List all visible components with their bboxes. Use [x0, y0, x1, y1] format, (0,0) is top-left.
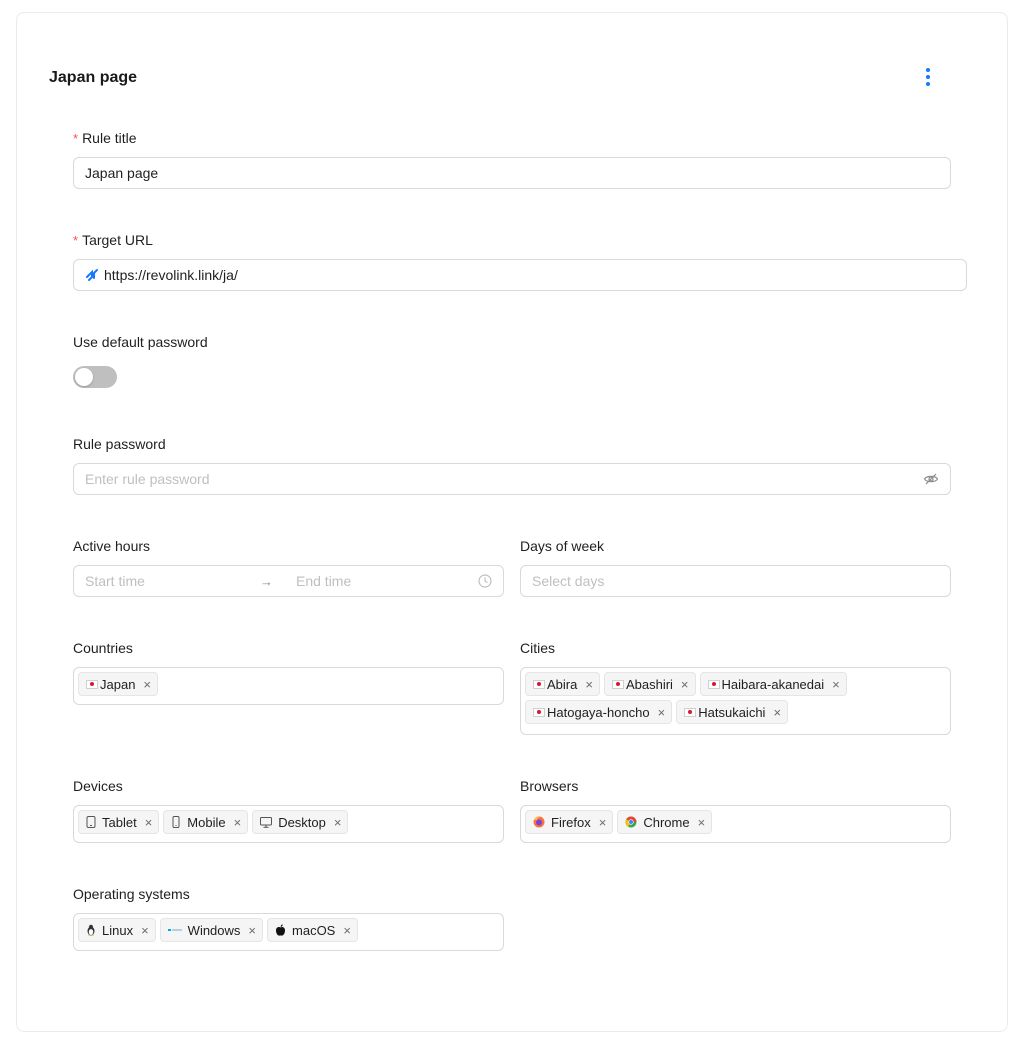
rule-title-value: Japan page: [85, 165, 159, 181]
days-of-week-select[interactable]: Select days: [520, 565, 951, 597]
close-icon[interactable]: ×: [141, 924, 149, 937]
operating-systems-label: Operating systems: [73, 886, 190, 902]
cities-label: Cities: [520, 640, 556, 656]
operating-systems-select[interactable]: Linux × Windows × macOS ×: [73, 913, 504, 951]
city-tag: Hatsukaichi ×: [676, 700, 789, 724]
devices-select[interactable]: Tablet × Mobile × Desktop ×: [73, 805, 504, 843]
apple-icon: [275, 924, 286, 936]
close-icon[interactable]: ×: [681, 678, 689, 691]
rule-password-input[interactable]: Enter rule password: [73, 463, 951, 495]
rule-password-placeholder: Enter rule password: [85, 471, 210, 487]
toggle-knob: [75, 368, 93, 386]
japan-flag-icon: [533, 679, 545, 689]
desktop-icon: [260, 816, 273, 828]
close-icon[interactable]: ×: [585, 678, 593, 691]
countries-select[interactable]: Japan ×: [73, 667, 504, 705]
active-hours-label: Active hours: [73, 538, 151, 554]
close-icon[interactable]: ×: [832, 678, 840, 691]
tag-label: Windows: [187, 922, 241, 938]
tag-label: Desktop: [278, 814, 326, 830]
device-tag: Tablet ×: [78, 810, 160, 834]
browsers-select[interactable]: Firefox × Chrome ×: [520, 805, 951, 843]
target-url-value: https://revolink.link/ja/: [104, 267, 238, 283]
close-icon[interactable]: ×: [698, 816, 706, 829]
chrome-icon: [625, 816, 637, 828]
japan-flag-icon: [86, 679, 98, 689]
active-hours-range-picker[interactable]: Start time → End time: [73, 565, 504, 597]
cities-select[interactable]: Abira × Abashiri × Haibara-akanedai × Hatog…: [520, 667, 951, 735]
city-tag: Abashiri ×: [603, 672, 696, 696]
tag-label: macOS: [292, 922, 336, 938]
tag-label: Japan: [100, 676, 136, 692]
browser-tag: Chrome ×: [617, 810, 713, 834]
end-time-input[interactable]: End time: [296, 573, 478, 589]
tag-label: Chrome: [643, 814, 690, 830]
close-icon[interactable]: ×: [343, 924, 351, 937]
rule-title-label: * Rule title: [73, 127, 137, 150]
more-options-icon[interactable]: [918, 66, 938, 88]
countries-label: Countries: [73, 640, 133, 656]
browser-tag: Firefox ×: [525, 810, 614, 834]
range-arrow: →: [260, 573, 273, 589]
close-icon[interactable]: ×: [145, 816, 153, 829]
os-tag: Windows ×: [159, 918, 264, 942]
close-icon[interactable]: ×: [234, 816, 242, 829]
default-password-label: Use default password: [73, 334, 208, 350]
tag-label: Abashiri: [625, 676, 673, 692]
link-icon: [85, 268, 99, 282]
os-tag: macOS ×: [267, 918, 358, 942]
rule-password-label: Rule password: [73, 436, 166, 452]
rule-title-input[interactable]: Japan page: [73, 157, 951, 189]
tag-label: Hatsukaichi: [698, 704, 766, 720]
tag-label: Abira: [547, 676, 578, 692]
windows-icon: [167, 926, 182, 934]
close-icon[interactable]: ×: [334, 816, 342, 829]
target-url-input[interactable]: https://revolink.link/ja/: [73, 259, 967, 291]
tag-label: Firefox: [551, 814, 591, 830]
device-tag: Mobile ×: [163, 810, 249, 834]
close-icon[interactable]: ×: [143, 678, 151, 691]
tablet-icon: [86, 816, 96, 828]
eye-invisible-icon[interactable]: [923, 471, 939, 487]
country-tag: Japan ×: [78, 672, 159, 696]
days-of-week-placeholder: Select days: [532, 573, 605, 589]
devices-label: Devices: [73, 778, 123, 794]
os-tag: Linux ×: [78, 918, 156, 942]
close-icon[interactable]: ×: [599, 816, 607, 829]
tag-label: Hatogaya-honcho: [547, 704, 650, 720]
required-marker: *: [73, 131, 79, 146]
days-of-week-label: Days of week: [520, 538, 605, 554]
tag-label: Tablet: [102, 814, 137, 830]
close-icon[interactable]: ×: [773, 706, 781, 719]
japan-flag-icon: [611, 679, 624, 689]
tag-label: Mobile: [187, 814, 226, 830]
target-url-label-text: Target URL: [82, 232, 153, 248]
japan-flag-icon: [684, 707, 697, 717]
city-tag: Hatogaya-honcho ×: [525, 700, 673, 724]
browsers-label: Browsers: [520, 778, 579, 794]
close-icon[interactable]: ×: [658, 706, 666, 719]
start-time-input[interactable]: Start time: [85, 573, 260, 589]
page-title: Japan page: [49, 69, 138, 86]
japan-flag-icon: [707, 679, 720, 689]
city-tag: Haibara-akanedai ×: [699, 672, 847, 696]
clock-icon: [478, 574, 492, 588]
close-icon[interactable]: ×: [248, 924, 256, 937]
tag-label: Linux: [102, 922, 134, 938]
default-password-toggle[interactable]: [73, 366, 117, 388]
rule-title-label-text: Rule title: [82, 130, 137, 146]
required-marker: *: [73, 233, 79, 248]
japan-flag-icon: [533, 707, 545, 717]
tag-label: Haibara-akanedai: [721, 676, 825, 692]
target-url-label: * Target URL: [73, 229, 153, 252]
linux-icon: [86, 924, 96, 936]
firefox-icon: [533, 816, 545, 828]
mobile-icon: [171, 816, 181, 828]
city-tag: Abira ×: [525, 672, 600, 696]
device-tag: Desktop ×: [252, 810, 349, 834]
